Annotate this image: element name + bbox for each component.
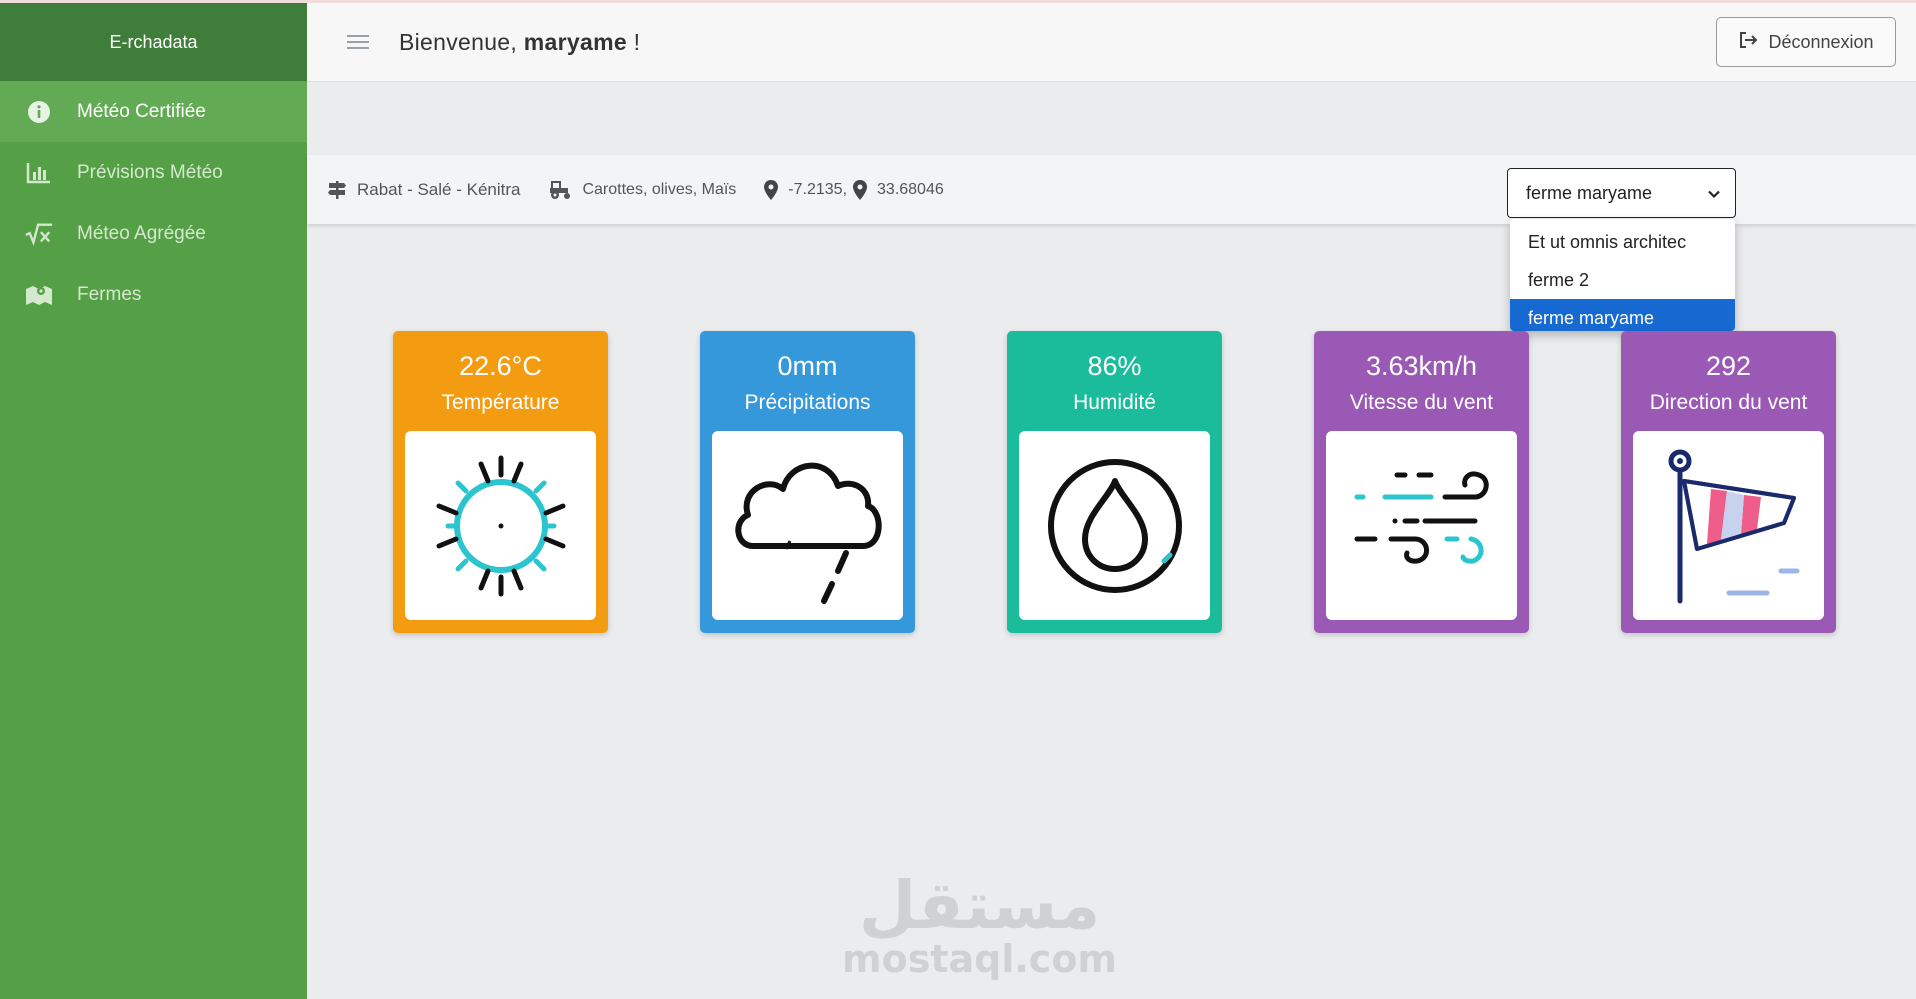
farm-select-dropdown: Et ut omnis architec ferme 2 ferme marya…: [1510, 219, 1735, 331]
tractor-icon: [548, 180, 572, 200]
region-text: Rabat - Salé - Kénitra: [357, 179, 521, 199]
wind-direction-label: Direction du vent: [1649, 391, 1808, 414]
square-root-icon: [25, 220, 53, 248]
username: maryame: [523, 28, 627, 55]
farm-select[interactable]: ferme maryame: [1507, 168, 1736, 218]
greeting-punctuation: !: [633, 28, 641, 55]
wind-speed-card: 3.63km/h Vitesse du vent: [1314, 331, 1529, 633]
precipitation-card: 0mm Précipitations: [700, 331, 915, 633]
info-circle-icon: [25, 98, 53, 126]
map-marker-icon: [853, 179, 868, 200]
welcome-message: Bienvenue, maryame !: [399, 29, 640, 56]
sign-out-icon: [1738, 31, 1758, 54]
sidebar-item-label: Fermes: [77, 283, 142, 305]
temperature-card: 22.6°C Température: [393, 331, 608, 633]
watermark-latin: mostaql.com: [842, 937, 1118, 981]
sidebar-item-label: Météo Certifiée: [77, 100, 206, 122]
precipitation-value: 0mm: [777, 351, 838, 381]
wind-direction-card: 292 Direction du vent: [1621, 331, 1836, 633]
farm-option[interactable]: ferme 2: [1510, 261, 1735, 299]
latitude-text: 33.68046: [877, 180, 944, 198]
sidebar-item-label: Prévisions Météo: [77, 161, 223, 183]
wind-speed-label: Vitesse du vent: [1349, 391, 1494, 414]
map-icon: [25, 281, 53, 309]
hamburger-menu-icon[interactable]: [347, 31, 369, 53]
temperature-value: 22.6°C: [459, 351, 542, 381]
region-info: Rabat - Salé - Kénitra: [327, 180, 520, 200]
greeting-text: Bienvenue,: [399, 28, 518, 55]
map-marker-icon: [764, 179, 779, 200]
watermark-logo: مستقل mostaql.com: [842, 867, 1118, 981]
farm-option[interactable]: Et ut omnis architec: [1510, 223, 1735, 261]
watermark-arabic: مستقل: [858, 867, 1101, 944]
sidebar-item-fermes[interactable]: Fermes: [0, 264, 307, 325]
wind-speed-value: 3.63km/h: [1365, 351, 1478, 381]
longitude-info: -7.2135,: [764, 179, 848, 200]
precipitation-label: Précipitations: [744, 391, 871, 414]
water-drop-icon: [1047, 458, 1182, 593]
humidity-card: 86% Humidité: [1007, 331, 1222, 633]
sidebar-item-meteo-certifiee[interactable]: Météo Certifiée: [0, 81, 307, 142]
chevron-down-icon: [1707, 185, 1721, 206]
farm-option-selected[interactable]: ferme maryame: [1510, 299, 1735, 331]
sidebar-item-label: Méteo Agrégée: [77, 222, 206, 244]
windsock-icon: [1668, 449, 1799, 603]
farm-select-value: ferme maryame: [1526, 182, 1653, 203]
latitude-info: 33.68046: [853, 179, 944, 200]
logout-label: Déconnexion: [1768, 31, 1874, 52]
top-header: Bienvenue, maryame ! Déconnexion: [307, 3, 1916, 82]
humidity-value: 86%: [1087, 351, 1142, 381]
sidebar-item-meteo-agregee[interactable]: Méteo Agrégée: [0, 203, 307, 264]
crops-info: Carottes, olives, Maïs: [548, 180, 736, 200]
sidebar: E-rchadata Météo Certifiée Prévisions Mé…: [0, 3, 307, 999]
longitude-text: -7.2135,: [788, 180, 848, 198]
signpost-icon: [327, 180, 347, 200]
wind-icon: [1354, 471, 1489, 564]
humidity-label: Humidité: [1073, 391, 1156, 414]
bar-chart-icon: [25, 159, 53, 187]
crops-text: Carottes, olives, Maïs: [582, 180, 737, 198]
temperature-label: Température: [441, 391, 560, 414]
sidebar-item-previsions-meteo[interactable]: Prévisions Météo: [0, 142, 307, 203]
wind-direction-value: 292: [1705, 351, 1752, 381]
logout-button[interactable]: Déconnexion: [1716, 17, 1896, 67]
rain-cloud-icon: [735, 462, 882, 604]
brand-logo[interactable]: E-rchadata: [0, 3, 307, 81]
sun-icon: [436, 455, 565, 596]
